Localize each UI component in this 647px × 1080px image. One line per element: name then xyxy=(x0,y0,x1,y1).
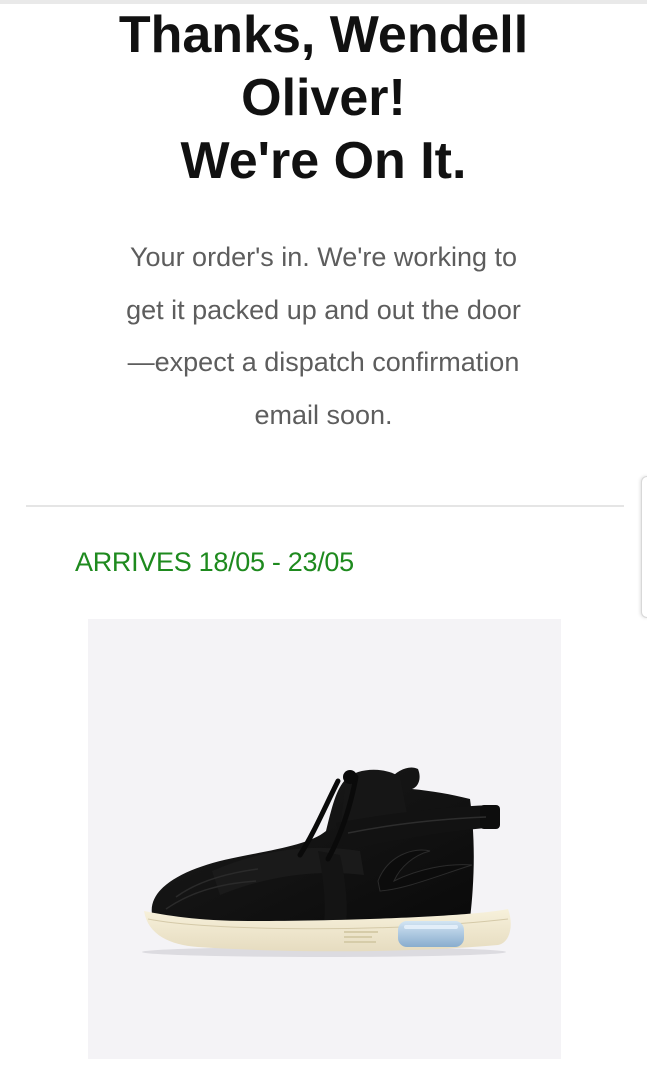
message-line-1: Your order's in. We're working to xyxy=(130,242,517,272)
message-line-3: —expect a dispatch confirmation xyxy=(127,347,520,377)
confirmation-headline: Thanks, Wendell Oliver! We're On It. xyxy=(40,4,607,193)
arrival-date: ARRIVES 18/05 - 23/05 xyxy=(75,547,354,577)
headline-line-1: Thanks, Wendell xyxy=(118,6,529,64)
section-divider xyxy=(26,505,624,507)
message-line-4: email soon. xyxy=(254,399,393,430)
product-image[interactable] xyxy=(88,619,561,1059)
confirmation-message: Your order's in. We're working to get it… xyxy=(106,231,541,441)
headline-line-3: We're On It. xyxy=(180,132,467,190)
scrollbar-handle[interactable] xyxy=(641,476,647,618)
message-line-2: get it packed up and out the door xyxy=(126,294,521,325)
sneaker-icon xyxy=(142,767,511,957)
headline-line-2: Oliver! xyxy=(241,69,406,127)
